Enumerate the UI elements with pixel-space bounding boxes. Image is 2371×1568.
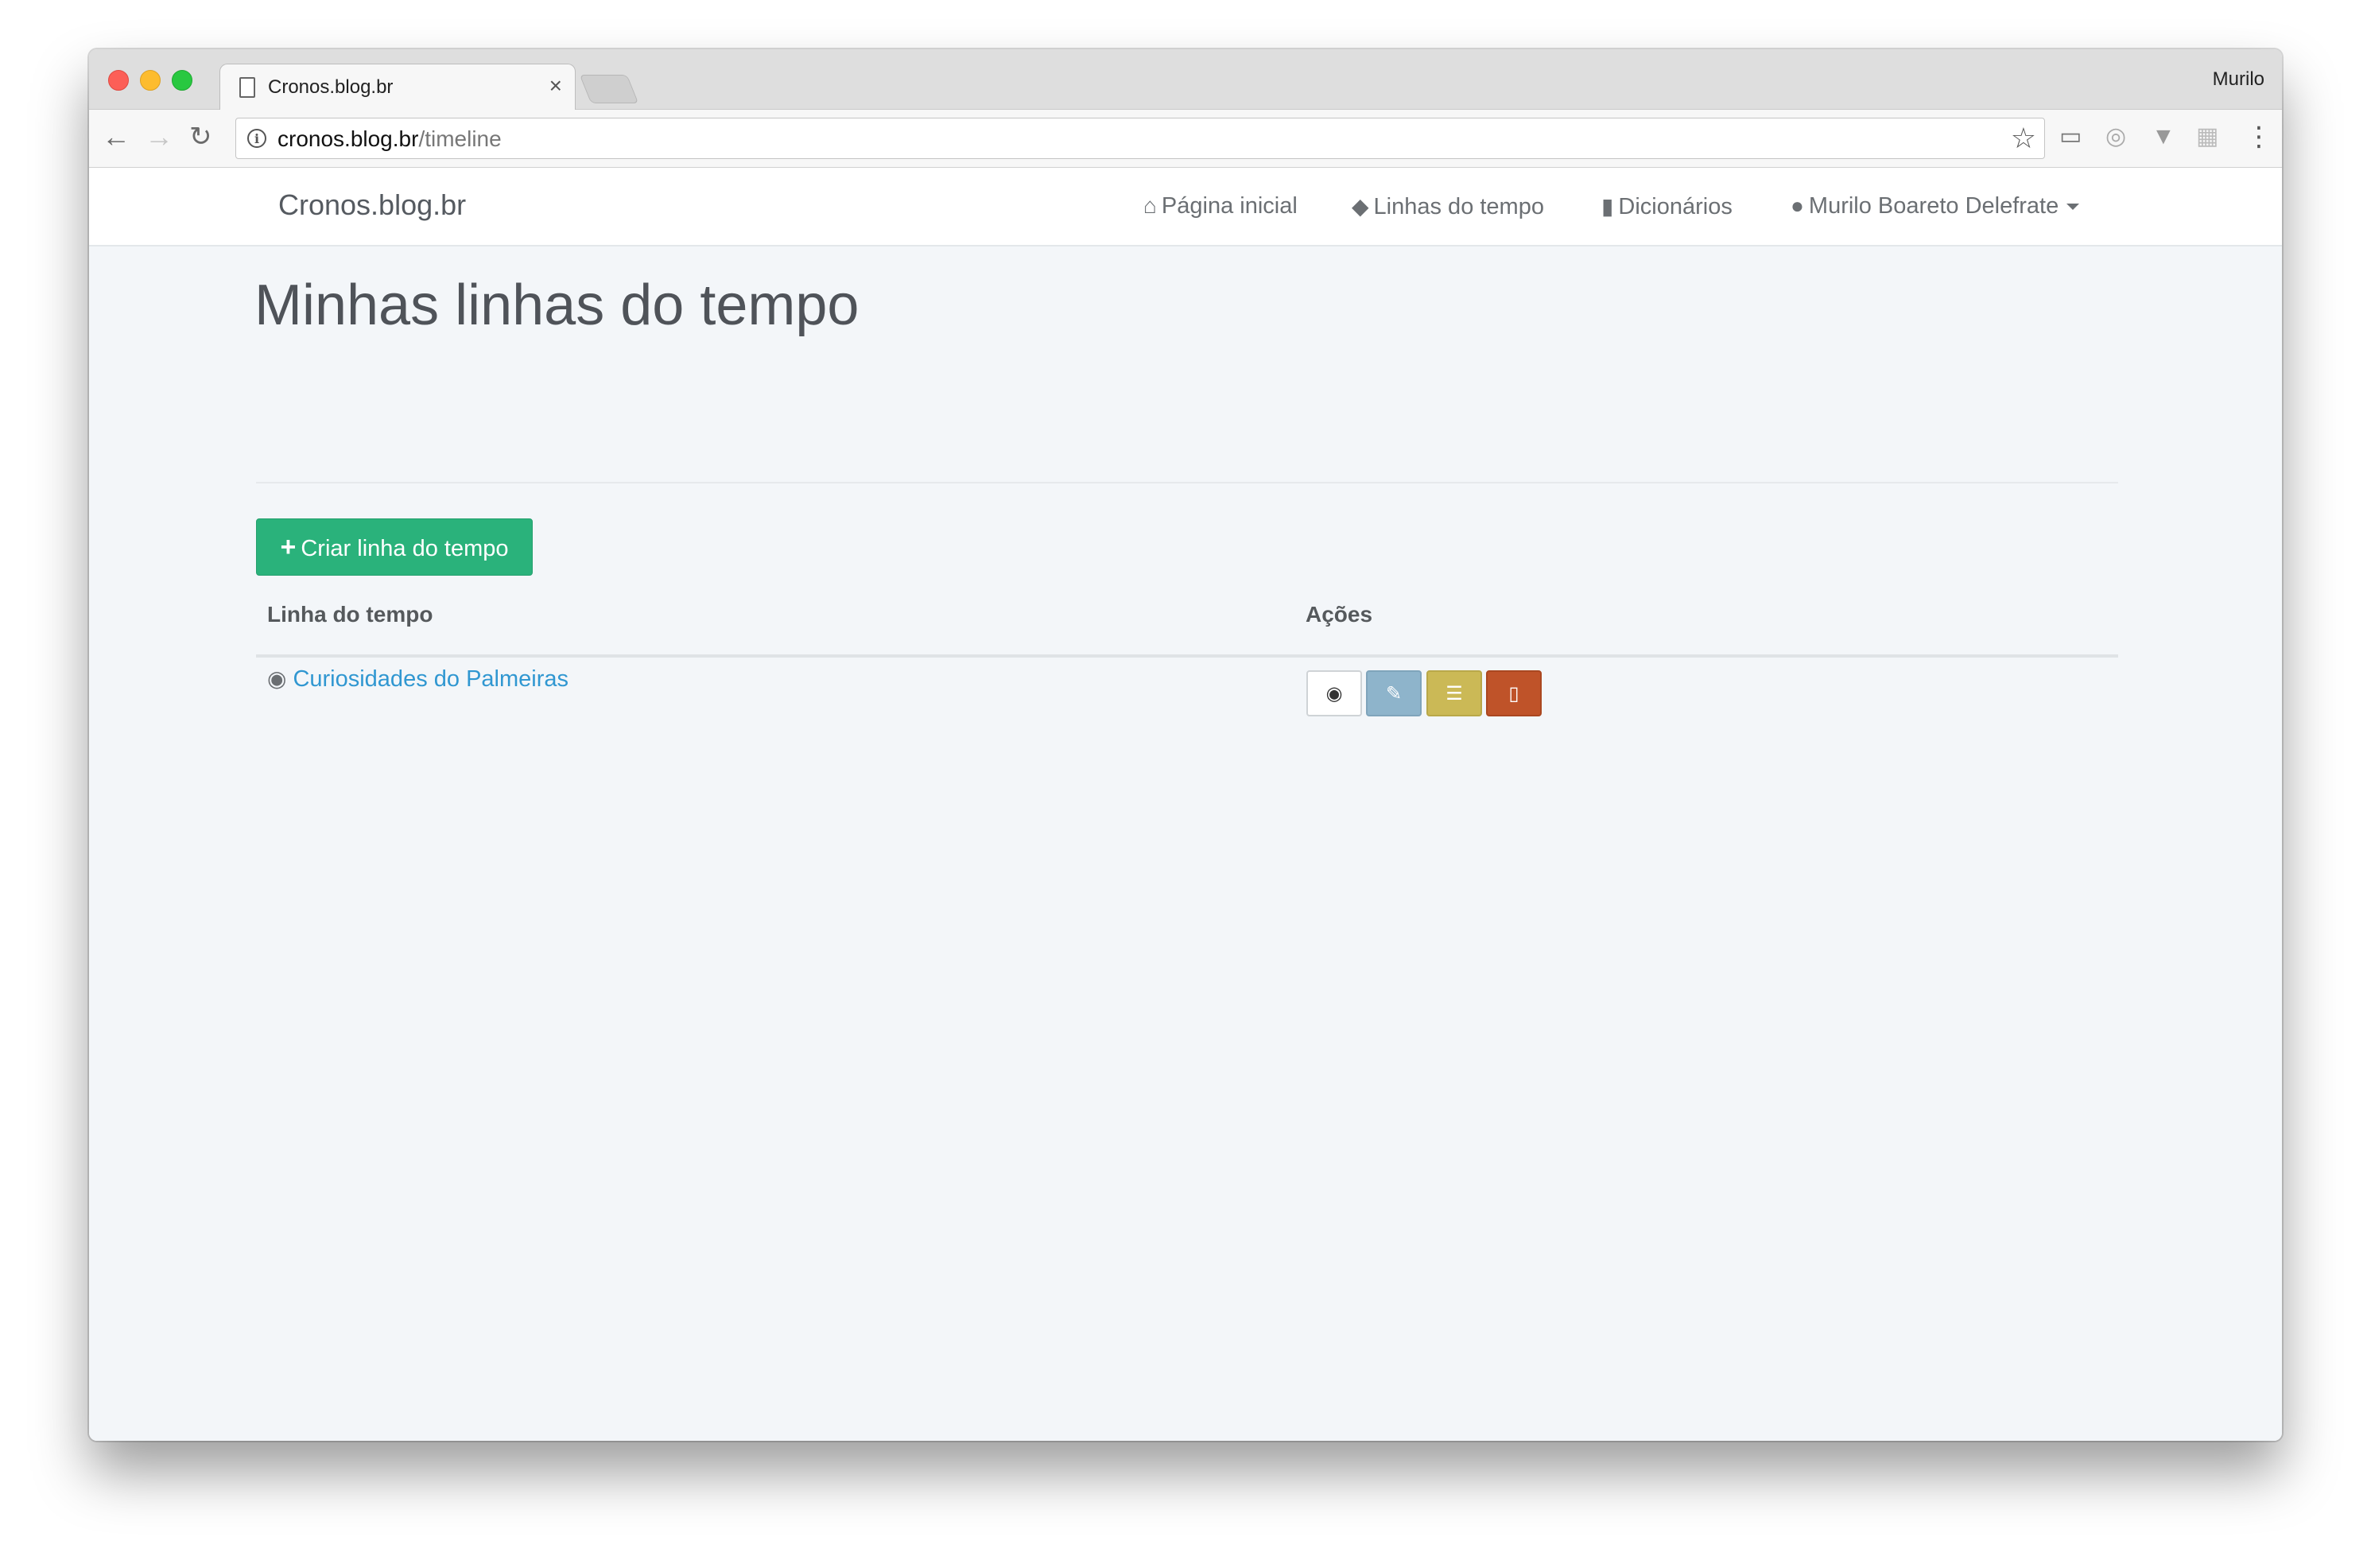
extension-grid-icon[interactable]: ▦ [2196,121,2218,153]
bookmark-star-icon[interactable]: ☆ [2011,122,2036,155]
tab-title: Cronos.blog.br [268,76,394,98]
plus-icon: + [280,532,297,562]
timeline-link[interactable]: ◉ Curiosidades do Palmeiras [267,666,568,693]
graduation-cap-icon: ◆ [1352,194,1369,219]
chevron-down-icon [2066,204,2080,211]
browser-tab[interactable]: Cronos.blog.br × [219,64,576,111]
maximize-window-button[interactable] [172,70,192,91]
entries-button[interactable]: ☰ [1426,670,1482,716]
url-text[interactable]: cronos.blog.br/timeline [277,126,502,152]
back-icon[interactable]: ← [102,118,130,156]
nav-timelines-label: Linhas do tempo [1373,194,1544,219]
tab-close-icon[interactable]: × [549,74,562,98]
timeline-name: Curiosidades do Palmeiras [293,666,568,692]
eye-icon: ◉ [1325,683,1343,704]
page-icon [239,77,255,98]
nav-home[interactable]: ⌂ Página inicial [1143,193,1298,219]
page-title: Minhas linhas do tempo [254,274,860,337]
view-button[interactable]: ◉ [1306,670,1362,716]
home-icon: ⌂ [1143,193,1157,218]
create-timeline-label: Criar linha do tempo [301,536,509,561]
page-content: Cronos.blog.br ⌂ Página inicial ◆ Linhas d… [89,168,2282,1441]
minimize-window-button[interactable] [140,70,161,91]
create-timeline-button[interactable]: + Criar linha do tempo [256,518,533,576]
close-window-button[interactable] [108,70,129,91]
site-navbar: Cronos.blog.br ⌂ Página inicial ◆ Linhas d… [89,168,2282,246]
nav-home-label: Página inicial [1161,193,1298,219]
edit-icon: ✎ [1385,683,1403,704]
nav-dictionaries-label: Dicionários [1618,194,1733,219]
vimeo-extension-icon[interactable]: ▼ [2152,121,2175,153]
nav-dictionaries[interactable]: ▮ Dicionários [1601,193,1733,220]
column-header-timeline: Linha do tempo [267,602,433,627]
edit-button[interactable]: ✎ [1366,670,1422,716]
extension-icon[interactable]: ◎ [2105,121,2126,153]
globe-icon: ◉ [267,666,287,691]
forward-icon[interactable]: → [145,118,173,156]
user-icon: ● [1791,193,1804,218]
tab-strip: Cronos.blog.br × Murilo [89,49,2282,111]
url-host: cronos.blog.br [277,126,419,151]
reload-icon[interactable]: ↻ [189,118,212,156]
divider [256,482,2118,483]
list-icon: ☰ [1445,683,1463,704]
site-brand[interactable]: Cronos.blog.br [278,188,466,222]
cast-icon[interactable]: ▭ [2059,121,2082,153]
browser-toolbar: ← → ↻ i cronos.blog.br/timeline ☆ ▭ ◎ ▼ … [89,110,2282,168]
browser-window: Cronos.blog.br × Murilo ← → ↻ i cronos.b… [89,49,2282,1441]
nav-user-dropdown[interactable]: ● Murilo Boareto Delefrate [1791,193,2080,219]
url-path: /timeline [418,126,502,151]
new-tab-button[interactable] [579,75,639,103]
browser-menu-icon[interactable]: ⋮ [2245,121,2272,153]
delete-button[interactable]: ▯ [1486,670,1542,716]
address-bar[interactable]: i cronos.blog.br/timeline ☆ [235,118,2045,159]
trash-icon: ▯ [1508,683,1519,704]
book-icon: ▮ [1601,194,1614,219]
column-header-actions: Ações [1306,602,1373,627]
nav-user-label: Murilo Boareto Delefrate [1808,193,2059,219]
profile-name[interactable]: Murilo [2213,68,2264,91]
nav-timelines[interactable]: ◆ Linhas do tempo [1352,193,1544,220]
info-icon[interactable]: i [247,129,266,148]
table-header-divider [256,654,2118,658]
